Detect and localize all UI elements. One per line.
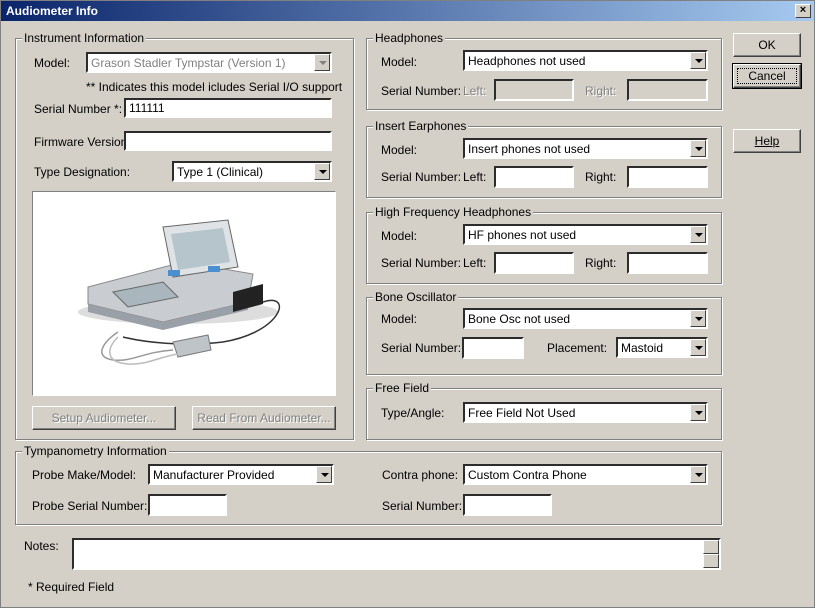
chevron-down-icon[interactable] xyxy=(314,54,330,71)
chevron-down-icon[interactable] xyxy=(690,466,706,483)
headphones-model-value: Headphones not used xyxy=(468,54,586,68)
type-designation-select[interactable]: Type 1 (Clinical) xyxy=(172,161,332,182)
insert-right-label: Right: xyxy=(585,170,617,184)
hf-right-label: Right: xyxy=(585,256,617,270)
headphones-group: Headphones Model: Headphones not used Se… xyxy=(366,31,722,110)
headphones-right-label: Right: xyxy=(585,84,617,98)
insert-serial-label: Serial Number: xyxy=(381,170,462,184)
chevron-down-icon[interactable] xyxy=(690,226,706,243)
notes-textarea[interactable] xyxy=(72,538,721,570)
type-angle-label: Type/Angle: xyxy=(381,406,445,420)
close-icon[interactable]: × xyxy=(795,4,811,18)
insert-legend: Insert Earphones xyxy=(373,119,469,133)
insert-model-value: Insert phones not used xyxy=(468,142,591,156)
headphones-legend: Headphones xyxy=(373,31,446,45)
headphones-left-label: Left: xyxy=(463,84,487,98)
insert-model-select[interactable]: Insert phones not used xyxy=(463,138,708,159)
freefield-legend: Free Field xyxy=(373,381,432,395)
type-designation-label: Type Designation: xyxy=(34,165,131,179)
notes-label: Notes: xyxy=(24,539,59,553)
instrument-model-select[interactable]: Grason Stadler Tympstar (Version 1) xyxy=(86,52,332,73)
bone-model-select[interactable]: Bone Osc not used xyxy=(463,308,708,329)
chevron-down-icon[interactable] xyxy=(690,310,706,327)
chevron-down-icon[interactable] xyxy=(314,163,330,180)
setup-audiometer-button[interactable]: Setup Audiometer... xyxy=(32,406,176,430)
hf-left-label: Left: xyxy=(463,256,487,270)
contra-phone-label: Contra phone: xyxy=(382,468,459,482)
bone-serial-input[interactable] xyxy=(462,337,524,359)
type-designation-value: Type 1 (Clinical) xyxy=(177,165,264,179)
tymp-legend: Tympanometry Information xyxy=(22,444,169,458)
cancel-button[interactable]: Cancel xyxy=(732,63,802,89)
model-label: Model: xyxy=(34,56,71,70)
hf-left-input[interactable] xyxy=(494,252,574,274)
instrument-legend: Instrument Information xyxy=(22,31,147,45)
contra-serial-input[interactable] xyxy=(463,494,552,516)
hf-legend: High Frequency Headphones xyxy=(373,205,534,219)
bone-oscillator-group: Bone Oscillator Model: Bone Osc not used… xyxy=(366,290,722,375)
placement-select[interactable]: Mastoid xyxy=(616,337,708,358)
title-bar: Audiometer Info × xyxy=(1,1,814,21)
probe-model-select[interactable]: Manufacturer Provided xyxy=(148,464,334,485)
free-field-group: Free Field Type/Angle: Free Field Not Us… xyxy=(366,381,722,440)
instrument-model-value: Grason Stadler Tympstar (Version 1) xyxy=(91,56,286,70)
insert-model-label: Model: xyxy=(381,143,418,157)
headphones-left-input[interactable] xyxy=(494,79,574,101)
hf-model-select[interactable]: HF phones not used xyxy=(463,224,708,245)
instrument-information-group: Instrument Information Model: Grason Sta… xyxy=(15,31,354,440)
chevron-down-icon[interactable] xyxy=(316,466,332,483)
hf-headphones-group: High Frequency Headphones Model: HF phon… xyxy=(366,205,722,284)
type-angle-value: Free Field Not Used xyxy=(468,406,576,420)
serial-number-label: Serial Number *: xyxy=(34,102,123,116)
insert-left-label: Left: xyxy=(463,170,487,184)
notes-scrollbar[interactable] xyxy=(703,540,719,568)
scroll-down-icon[interactable] xyxy=(703,554,719,568)
insert-left-input[interactable] xyxy=(494,166,574,188)
serial-number-input[interactable] xyxy=(124,98,332,118)
bone-model-value: Bone Osc not used xyxy=(468,312,571,326)
required-field-note: * Required Field xyxy=(28,580,115,594)
contra-phone-select[interactable]: Custom Contra Phone xyxy=(463,464,708,485)
cancel-button-label: Cancel xyxy=(737,68,797,84)
audiometer-image xyxy=(32,191,336,396)
chevron-down-icon[interactable] xyxy=(690,52,706,69)
help-button-label: Help xyxy=(754,134,780,148)
headphones-model-select[interactable]: Headphones not used xyxy=(463,50,708,71)
placement-label: Placement: xyxy=(547,341,608,355)
ok-button[interactable]: OK xyxy=(733,33,801,57)
placement-value: Mastoid xyxy=(621,341,664,355)
chevron-down-icon[interactable] xyxy=(690,339,706,356)
contra-serial-label: Serial Number: xyxy=(382,499,463,513)
firmware-version-input[interactable] xyxy=(124,131,332,151)
insert-right-input[interactable] xyxy=(627,166,708,188)
hf-model-value: HF phones not used xyxy=(468,228,577,242)
insert-earphones-group: Insert Earphones Model: Insert phones no… xyxy=(366,119,722,198)
headphones-right-input[interactable] xyxy=(627,79,708,101)
help-button[interactable]: Help xyxy=(733,129,801,153)
read-from-audiometer-button[interactable]: Read From Audiometer... xyxy=(192,406,336,430)
contra-phone-value: Custom Contra Phone xyxy=(468,468,587,482)
audiometer-info-dialog: Audiometer Info × Instrument Information… xyxy=(0,0,815,608)
type-angle-select[interactable]: Free Field Not Used xyxy=(463,402,708,423)
bone-serial-label: Serial Number: xyxy=(381,341,462,355)
firmware-version-label: Firmware Version: xyxy=(34,135,131,149)
probe-model-label: Probe Make/Model: xyxy=(32,468,137,482)
hf-model-label: Model: xyxy=(381,229,418,243)
hf-serial-label: Serial Number: xyxy=(381,256,462,270)
headphones-model-label: Model: xyxy=(381,55,418,69)
bone-legend: Bone Oscillator xyxy=(373,290,459,304)
probe-model-value: Manufacturer Provided xyxy=(153,468,275,482)
scroll-up-icon[interactable] xyxy=(703,540,719,554)
chevron-down-icon[interactable] xyxy=(690,404,706,421)
serial-io-note: ** Indicates this model icludes Serial I… xyxy=(86,80,343,94)
headphones-serial-label: Serial Number: xyxy=(381,84,462,98)
window-title: Audiometer Info xyxy=(6,4,98,18)
tympanometry-group: Tympanometry Information Probe Make/Mode… xyxy=(15,444,722,525)
probe-serial-input[interactable] xyxy=(148,494,227,516)
probe-serial-label: Probe Serial Number: xyxy=(32,499,148,513)
hf-right-input[interactable] xyxy=(627,252,708,274)
bone-model-label: Model: xyxy=(381,312,418,326)
chevron-down-icon[interactable] xyxy=(690,140,706,157)
